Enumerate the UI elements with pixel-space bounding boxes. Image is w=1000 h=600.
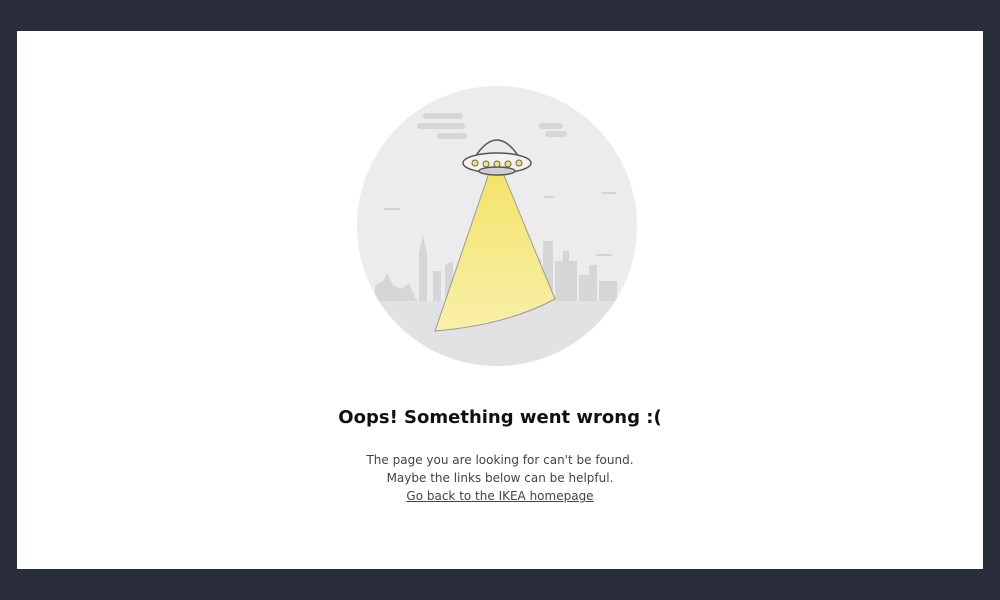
- homepage-link[interactable]: Go back to the IKEA homepage: [406, 487, 593, 505]
- error-message: The page you are looking for can't be fo…: [17, 451, 983, 505]
- error-page: Oops! Something went wrong :( The page y…: [17, 31, 983, 569]
- error-heading: Oops! Something went wrong :(: [338, 407, 662, 428]
- message-line-1: The page you are looking for can't be fo…: [366, 453, 634, 467]
- message-line-2: Maybe the links below can be helpful.: [386, 471, 614, 485]
- ufo-illustration: [357, 85, 637, 367]
- ufo-icon: [357, 86, 637, 366]
